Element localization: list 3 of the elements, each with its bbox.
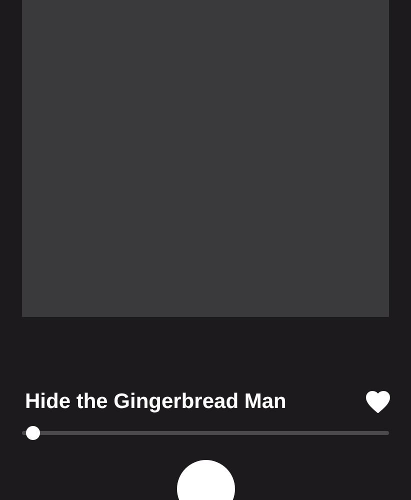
track-title: Hide the Gingerbread Man (25, 389, 286, 415)
heart-icon[interactable] (366, 391, 390, 413)
progress-thumb[interactable] (26, 426, 40, 440)
